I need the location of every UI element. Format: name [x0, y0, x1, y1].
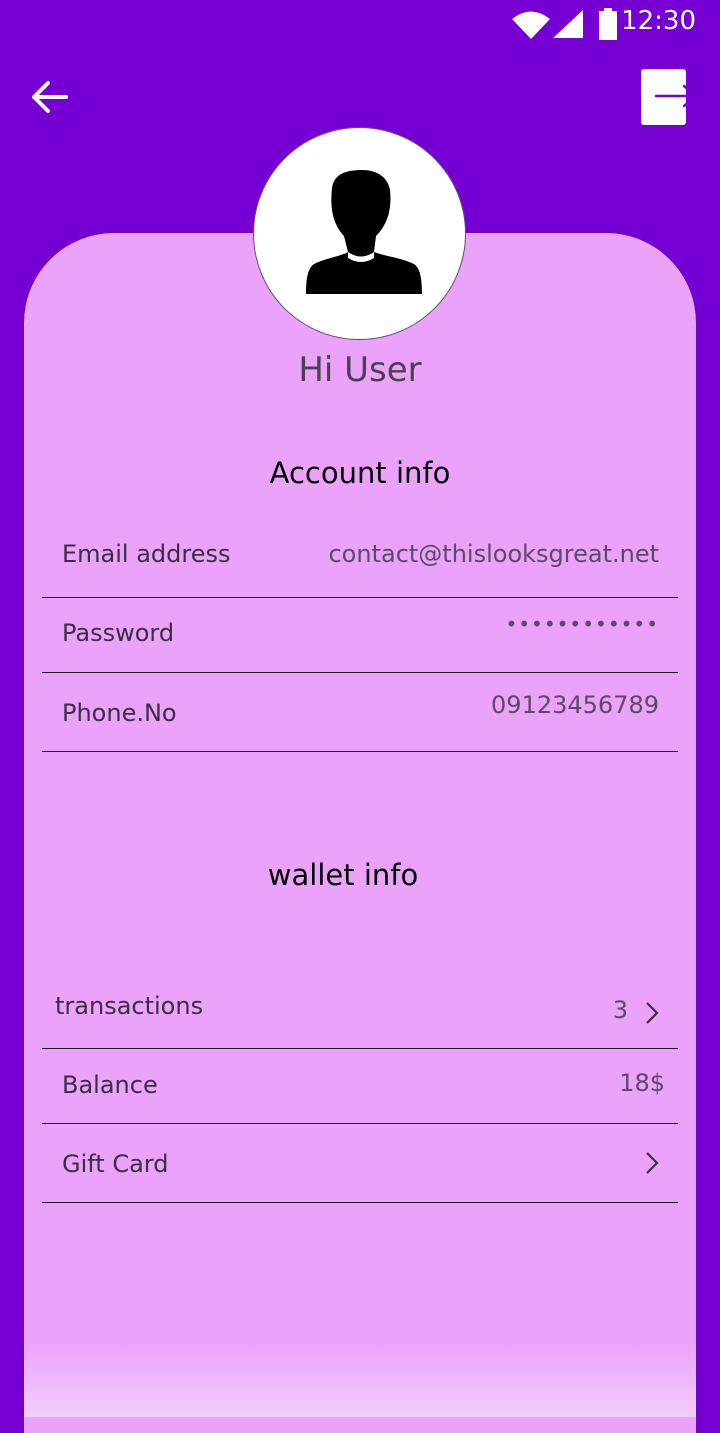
wifi-icon — [512, 11, 550, 39]
balance-value: 18$ — [619, 1069, 665, 1097]
back-button[interactable] — [26, 74, 76, 120]
greeting: Hi User — [298, 350, 422, 390]
profile-card — [24, 233, 696, 1433]
status-bar: 12:30 — [0, 0, 720, 48]
account-info-title: Account info — [269, 456, 451, 490]
phone-value: 09123456789 — [491, 691, 659, 719]
transactions-label: transactions — [55, 992, 204, 1020]
logout-button[interactable] — [640, 68, 698, 126]
battery-icon — [599, 8, 617, 40]
phone-label: Phone.No — [62, 699, 177, 727]
password-row[interactable]: Password •••••••••••• — [42, 598, 678, 673]
gift-card-label: Gift Card — [62, 1150, 169, 1178]
status-time: 12:30 — [621, 6, 696, 36]
email-label: Email address — [62, 540, 231, 568]
user-silhouette-icon — [306, 170, 422, 294]
chevron-right-icon — [646, 1152, 659, 1174]
balance-label: Balance — [62, 1071, 158, 1099]
wallet-info-title: wallet info — [267, 858, 419, 892]
signal-icon — [553, 10, 583, 38]
arrow-left-icon — [32, 81, 68, 113]
transactions-count: 3 — [612, 996, 628, 1024]
email-row[interactable]: Email address contact@thislooksgreat.net — [42, 520, 678, 598]
balance-row: Balance 18$ — [42, 1049, 678, 1124]
card-fade — [24, 1340, 696, 1417]
email-value: contact@thislooksgreat.net — [328, 540, 659, 568]
phone-row[interactable]: Phone.No 09123456789 — [42, 673, 678, 752]
password-value: •••••••••••• — [505, 612, 659, 636]
avatar[interactable] — [253, 127, 466, 340]
password-label: Password — [62, 619, 175, 647]
gift-card-row[interactable]: Gift Card — [42, 1124, 678, 1203]
chevron-right-icon — [646, 1002, 659, 1024]
logout-icon — [641, 69, 697, 125]
transactions-row[interactable]: transactions 3 — [42, 970, 678, 1049]
